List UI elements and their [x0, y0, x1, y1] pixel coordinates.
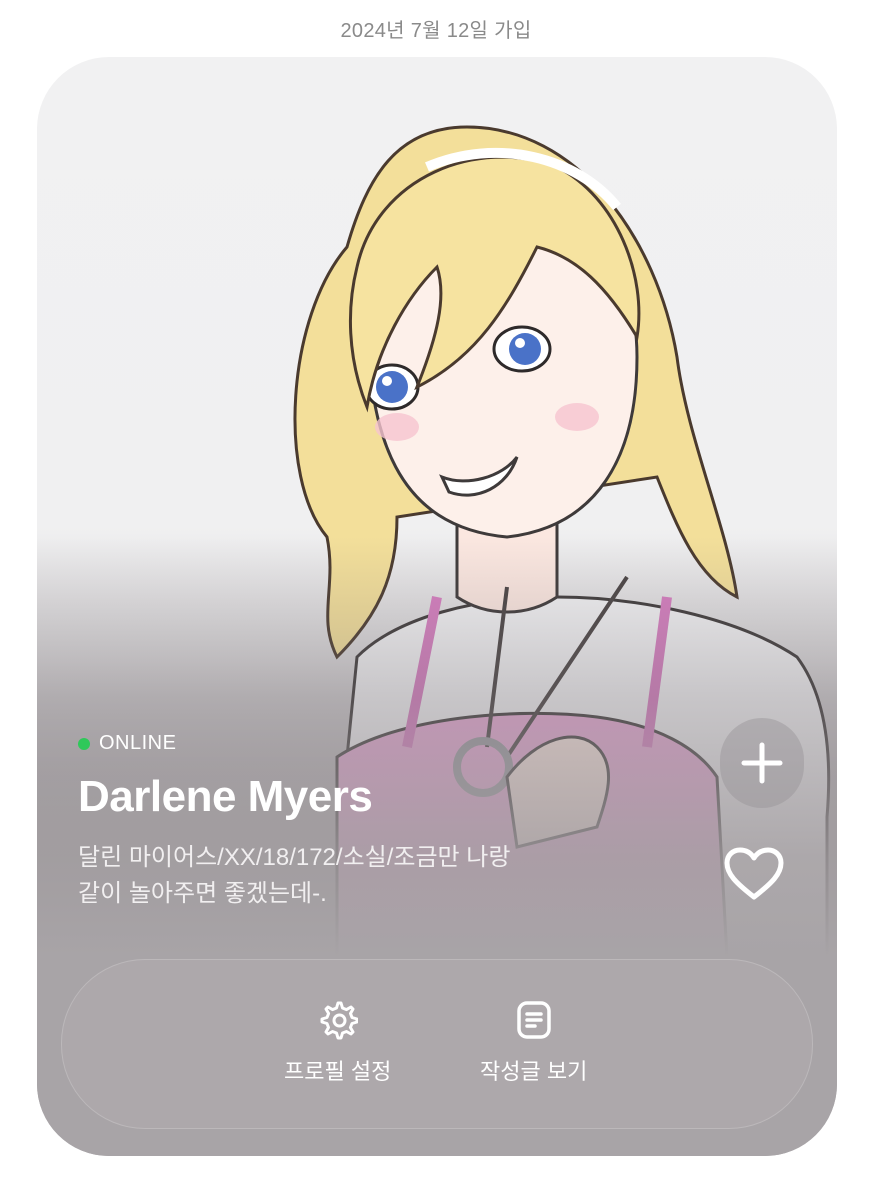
view-posts-button[interactable]: 작성글 보기 [480, 1000, 587, 1086]
heart-icon [724, 847, 784, 900]
bio-line-1: 달린 마이어스/XX/18/172/소실/조금만 나랑 [78, 844, 511, 871]
online-status: ONLINE [78, 732, 176, 755]
profile-settings-label: 프로필 설정 [284, 1059, 392, 1084]
add-button[interactable] [720, 718, 804, 808]
plus-icon [741, 742, 783, 784]
status-text: ONLINE [99, 732, 177, 754]
profile-card: ONLINE Darlene Myers 달린 마이어스/XX/18/172/소… [37, 57, 837, 1156]
profile-settings-button[interactable]: 프로필 설정 [284, 1000, 391, 1086]
profile-name: Darlene Myers [78, 772, 373, 821]
like-button[interactable] [722, 842, 786, 906]
join-date: 2024년 7월 12일 가입 [340, 20, 532, 42]
profile-bio: 달린 마이어스/XX/18/172/소실/조금만 나랑 같이 놀아주면 좋겠는데… [78, 840, 598, 912]
document-icon [516, 1001, 551, 1039]
status-dot [78, 737, 90, 750]
bio-line-2: 같이 놀아주면 좋겠는데-. [78, 880, 327, 907]
gear-icon [320, 1001, 358, 1040]
action-bar: 프로필 설정 작성글 보기 [61, 959, 813, 1129]
view-posts-label: 작성글 보기 [480, 1059, 588, 1084]
